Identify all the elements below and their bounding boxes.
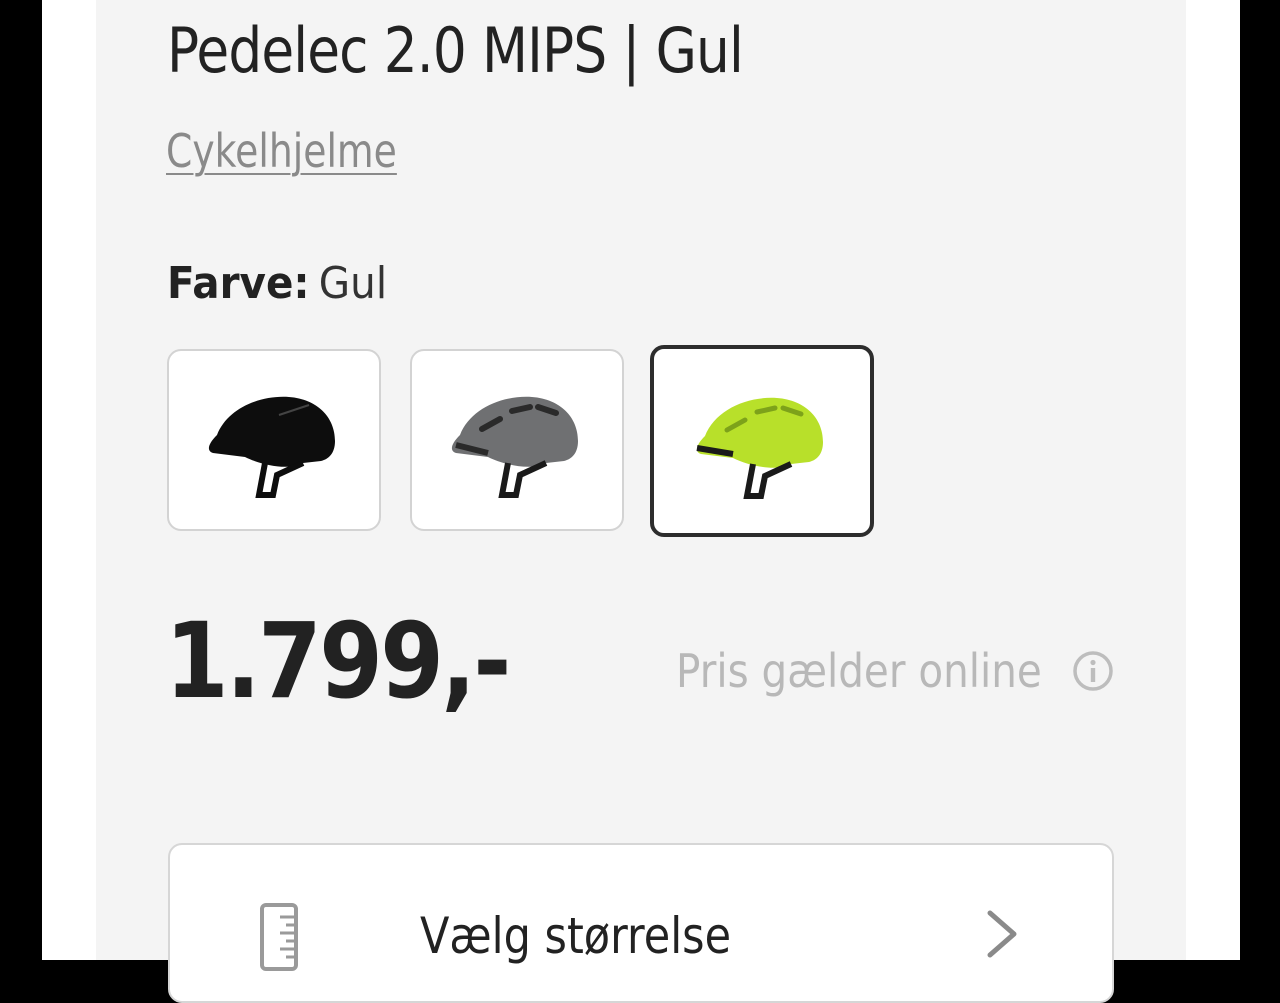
chevron-right-icon [987, 910, 1017, 958]
price-note: Pris gælder online [676, 644, 1042, 698]
color-label: Farve: [167, 258, 310, 309]
info-icon[interactable] [1072, 650, 1114, 692]
color-swatch-grey[interactable] [410, 349, 624, 531]
color-swatch-yellow[interactable] [650, 345, 874, 537]
category-link[interactable]: Cykelhjelme [166, 124, 397, 178]
helmet-yellow-icon [696, 397, 823, 499]
color-swatch-black[interactable] [167, 349, 381, 531]
color-label-row: Farve: Gul [167, 258, 387, 309]
helmet-grey-icon [451, 396, 578, 498]
product-price: 1.799,- [165, 600, 511, 722]
helmet-black-icon [208, 396, 335, 498]
ruler-icon [260, 903, 298, 971]
selected-color-value: Gul [318, 258, 388, 309]
select-size-button[interactable]: Vælg størrelse [168, 843, 1114, 1003]
select-size-label: Vælg størrelse [420, 907, 732, 965]
product-title: Pedelec 2.0 MIPS | Gul [167, 14, 744, 87]
